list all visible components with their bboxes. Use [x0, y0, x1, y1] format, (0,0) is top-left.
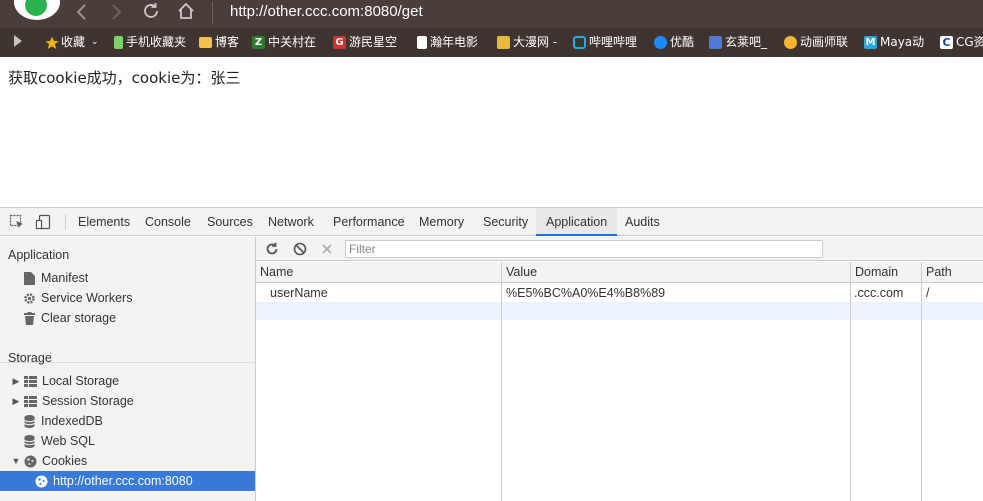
- reload-button[interactable]: [141, 1, 161, 21]
- bookmark-item[interactable]: 动画师联: [784, 34, 848, 51]
- delete-selected-button[interactable]: [319, 241, 335, 257]
- tab-sources[interactable]: Sources: [207, 208, 253, 236]
- bookmark-item[interactable]: 瀚年电影: [417, 34, 478, 51]
- devtools-panel: Elements Console Sources Network Perform…: [0, 207, 983, 501]
- cell-value: %E5%BC%A0%E4%B8%89: [506, 286, 666, 300]
- tv-icon: [573, 36, 586, 49]
- tab-memory[interactable]: Memory: [419, 208, 464, 236]
- tab-console[interactable]: Console: [145, 208, 191, 236]
- sidebar-item-session-storage[interactable]: ▶ Session Storage: [0, 391, 255, 411]
- tabbar-separator: [65, 214, 66, 230]
- section-title-storage: Storage: [8, 351, 52, 365]
- bookmarks-bar: 收藏 ⌄ 手机收藏夹 博客 Z 中关村在 G 游民星空 瀚年电影 大漫网 - 哔…: [0, 28, 983, 57]
- column-divider: [850, 262, 851, 501]
- cell-domain: .ccc.com: [854, 286, 904, 300]
- cookie-icon: [23, 454, 37, 468]
- tab-security[interactable]: Security: [483, 208, 528, 236]
- document-icon: [22, 271, 36, 285]
- column-divider: [921, 262, 922, 501]
- tab-application[interactable]: Application: [536, 208, 618, 236]
- tab-audits[interactable]: Audits: [625, 208, 660, 236]
- sidebar-item-service-workers[interactable]: Service Workers: [0, 288, 255, 308]
- tab-network[interactable]: Network: [268, 208, 314, 236]
- devtools-tabbar: Elements Console Sources Network Perform…: [0, 208, 983, 236]
- table-row[interactable]: userName %E5%BC%A0%E4%B8%89 .ccc.com /: [256, 284, 983, 302]
- chevron-down-icon: ⌄: [91, 37, 99, 47]
- section-title-application: Application: [8, 248, 70, 262]
- clear-all-button[interactable]: [292, 241, 308, 257]
- cookies-table-header: Name Value Domain Path: [256, 262, 983, 283]
- folder-icon: [199, 37, 212, 48]
- cookies-toolbar: Filter: [256, 237, 983, 261]
- youku-icon: [654, 36, 667, 49]
- paw-icon: [709, 36, 722, 49]
- filter-input[interactable]: Filter: [345, 240, 823, 258]
- bookmark-item[interactable]: 博客: [199, 34, 239, 51]
- column-header-path[interactable]: Path: [922, 262, 952, 283]
- table-row-empty[interactable]: [256, 302, 983, 320]
- c-icon: C: [940, 36, 953, 49]
- column-header-name[interactable]: Name: [256, 262, 293, 283]
- browser-toolbar: http://other.ccc.com:8080/get: [0, 0, 983, 28]
- bookmark-item[interactable]: Z 中关村在: [252, 34, 316, 51]
- sidebar-item-cookie-origin[interactable]: http://other.ccc.com:8080: [0, 471, 255, 491]
- column-header-domain[interactable]: Domain: [851, 262, 898, 283]
- g-icon: G: [333, 36, 346, 49]
- forward-button[interactable]: [110, 2, 124, 22]
- bookmark-item[interactable]: 收藏 ⌄: [45, 34, 99, 51]
- browser-logo-icon: [14, 0, 60, 20]
- expand-arrow-icon[interactable]: ▶: [11, 371, 21, 391]
- manga-icon: [497, 36, 510, 49]
- back-button[interactable]: [74, 2, 88, 22]
- sidebar-item-web-sql[interactable]: Web SQL: [0, 431, 255, 451]
- bookmark-item[interactable]: 哔哩哔哩: [573, 34, 637, 51]
- bookmark-item[interactable]: 玄莱吧_: [709, 34, 767, 51]
- sidebar-item-local-storage[interactable]: ▶ Local Storage: [0, 371, 255, 391]
- page-icon: [417, 36, 427, 49]
- bookmark-item[interactable]: G 游民星空: [333, 34, 397, 51]
- bookmark-item[interactable]: 手机收藏夹: [114, 34, 186, 51]
- page-message: 获取cookie成功，cookie为：张三: [8, 69, 241, 87]
- application-sidebar: Application Manifest Service Workers Cle…: [0, 237, 256, 501]
- sidebar-item-indexeddb[interactable]: IndexedDB: [0, 411, 255, 431]
- bookmark-item[interactable]: 大漫网 -: [497, 34, 557, 51]
- bookmarks-expand-icon[interactable]: [14, 35, 22, 47]
- collapse-arrow-icon[interactable]: ▼: [11, 451, 21, 471]
- cell-name: userName: [270, 286, 328, 300]
- expand-arrow-icon[interactable]: ▶: [11, 391, 21, 411]
- trash-icon: [22, 311, 36, 325]
- database-icon: [22, 414, 36, 428]
- database-icon: [22, 434, 36, 448]
- refresh-button[interactable]: [264, 241, 280, 257]
- bookmark-item[interactable]: M Maya动: [864, 34, 924, 51]
- sidebar-item-manifest[interactable]: Manifest: [0, 268, 255, 288]
- m-icon: M: [864, 36, 877, 49]
- sidebar-item-clear-storage[interactable]: Clear storage: [0, 308, 255, 328]
- gear-icon: [22, 291, 36, 305]
- address-bar[interactable]: http://other.ccc.com:8080/get: [230, 2, 423, 22]
- cookie-icon: [34, 474, 48, 488]
- bookmark-item[interactable]: C CG资: [940, 34, 983, 51]
- tab-elements[interactable]: Elements: [78, 208, 130, 236]
- grid-icon: [23, 374, 37, 388]
- star-icon: [45, 36, 59, 49]
- toolbar-separator: [212, 2, 213, 24]
- cookies-panel: Filter Name Value Domain Path userName %…: [256, 237, 983, 501]
- inspect-element-icon[interactable]: [9, 214, 25, 230]
- home-button[interactable]: [176, 1, 196, 21]
- phone-icon: [114, 36, 123, 49]
- device-toggle-icon[interactable]: [35, 214, 51, 230]
- z-icon: Z: [252, 36, 265, 49]
- duck-icon: [784, 36, 797, 49]
- sidebar-item-cookies[interactable]: ▼ Cookies: [0, 451, 255, 471]
- column-divider: [501, 262, 502, 501]
- cell-path: /: [926, 286, 930, 300]
- grid-icon: [23, 394, 37, 408]
- column-header-value[interactable]: Value: [502, 262, 537, 283]
- tab-performance[interactable]: Performance: [333, 208, 405, 236]
- bookmark-item[interactable]: 优酷: [654, 34, 694, 51]
